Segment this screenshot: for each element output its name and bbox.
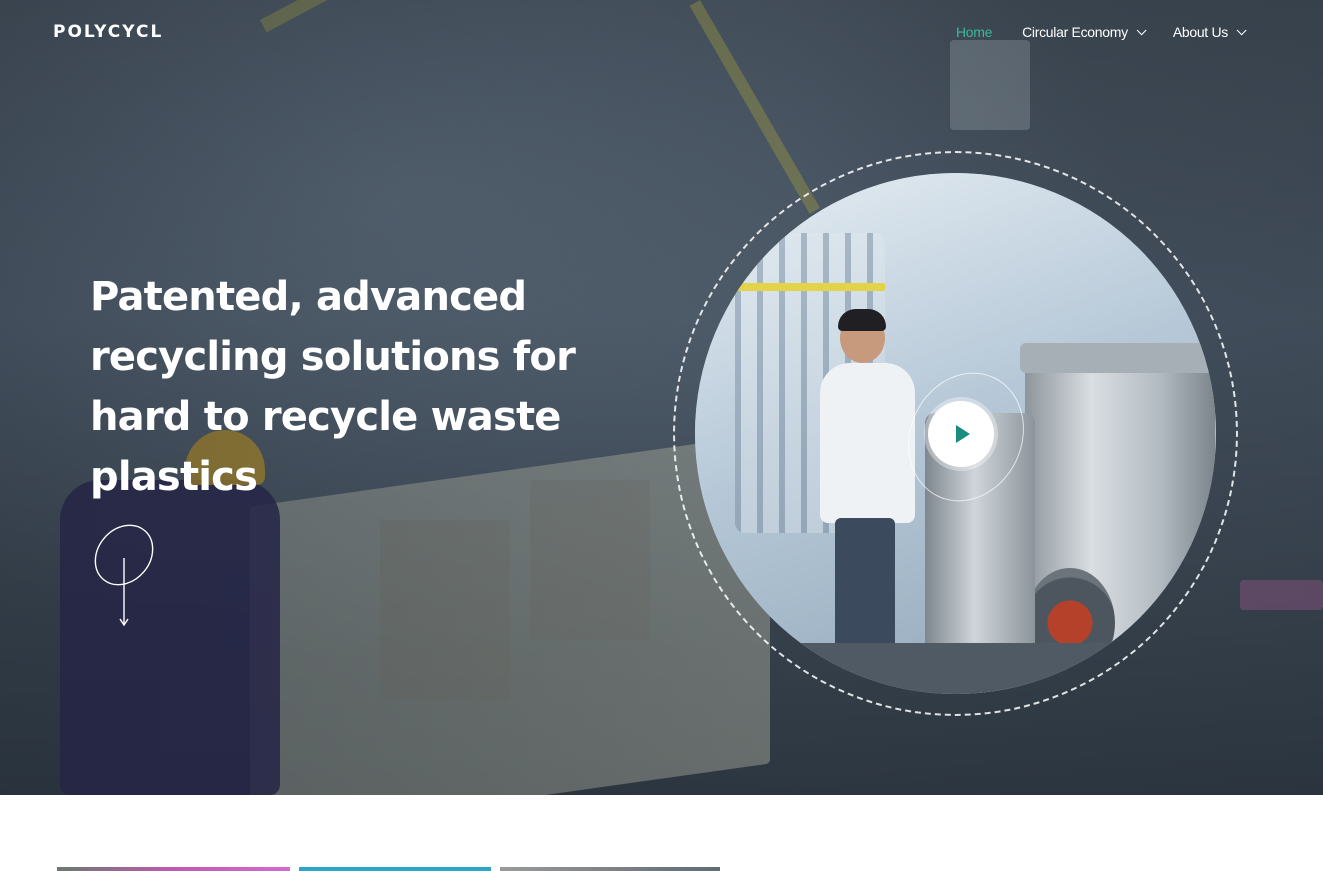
nav-item-home[interactable]: Home [956, 24, 992, 40]
nav-item-label: Home [955, 24, 993, 40]
main-menu: Home Circular Economy About Us [956, 24, 1247, 40]
nav-item-label: About Us [1172, 24, 1228, 40]
top-navigation: POLYCYCL Home Circular Economy About Us [0, 0, 1323, 66]
nav-item-circular-economy[interactable]: Circular Economy [1022, 24, 1147, 40]
play-video-button[interactable] [928, 401, 994, 467]
nav-item-label: Circular Economy [1022, 24, 1128, 40]
scroll-down-icon[interactable] [88, 520, 168, 635]
scroll-down-icon-graphic [94, 524, 154, 627]
play-icon [956, 425, 970, 443]
section-image-preview [299, 867, 491, 871]
nav-item-about-us[interactable]: About Us [1172, 24, 1247, 40]
photo-scientist-coat [820, 363, 915, 523]
video-feature [673, 151, 1238, 716]
photo-tank-flange [1020, 343, 1216, 373]
photo-scientist-hair [838, 309, 886, 331]
section-image-preview [500, 867, 720, 871]
brand-logo[interactable]: POLYCYCL [53, 22, 163, 42]
section-image-preview [57, 867, 290, 871]
photo-yellow-rail [725, 283, 885, 291]
chevron-down-icon [1236, 24, 1247, 35]
hero-headline: Patented, advanced recycling solutions f… [90, 273, 576, 500]
chevron-down-icon [1136, 24, 1147, 35]
photo-floor [695, 643, 1216, 694]
